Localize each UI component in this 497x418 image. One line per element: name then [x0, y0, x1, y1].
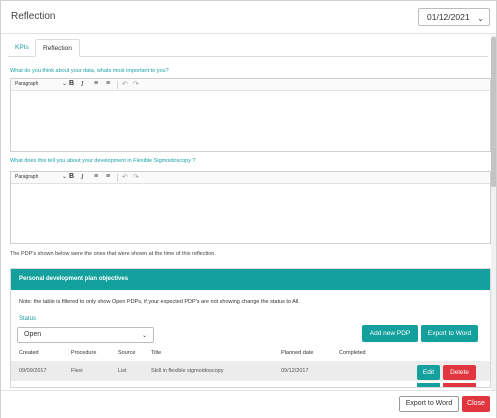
- editor-toolbar: Paragraph ⌄ B I ≡ ≡ ↶ ↷: [11, 79, 490, 91]
- numbered-list-icon[interactable]: ≡: [106, 80, 110, 87]
- paragraph-format-select[interactable]: Paragraph: [15, 174, 38, 180]
- pdp-panel-title: Personal development plan objectives: [19, 276, 129, 282]
- redo-icon[interactable]: ↷: [133, 173, 139, 181]
- date-value: 01/12/2021: [427, 12, 470, 22]
- toolbar-divider: [117, 81, 118, 89]
- delete-button[interactable]: Delete: [443, 365, 476, 380]
- modal-scrollbar[interactable]: [491, 35, 496, 390]
- paragraph-format-select[interactable]: Paragraph: [15, 81, 38, 87]
- italic-button[interactable]: I: [81, 80, 83, 88]
- editor-data-importance[interactable]: Paragraph ⌄ B I ≡ ≡ ↶ ↷: [10, 78, 491, 152]
- chevron-down-icon: ⌄: [477, 14, 484, 23]
- cell-procedure: Flexi: [71, 368, 83, 374]
- cell-planned-date: 09/12/2017: [281, 368, 309, 374]
- column-header-source[interactable]: Source: [118, 350, 135, 356]
- column-header-planned-date[interactable]: Planned date: [281, 350, 313, 356]
- tab-kpis[interactable]: KPIs: [8, 39, 36, 57]
- question-label-data: What do you think about your data, whats…: [10, 68, 169, 74]
- undo-icon[interactable]: ↶: [122, 173, 128, 181]
- chevron-down-icon: ⌄: [141, 333, 147, 339]
- undo-icon[interactable]: ↶: [122, 80, 128, 88]
- bold-button[interactable]: B: [69, 173, 74, 180]
- question-label-development: What does this tell you about your devel…: [10, 158, 196, 164]
- pdp-panel: Personal development plan objectives Not…: [10, 268, 491, 388]
- bulleted-list-icon[interactable]: ≡: [94, 173, 98, 180]
- modal-footer: Export to Word Close: [1, 390, 496, 418]
- column-header-procedure[interactable]: Procedure: [71, 350, 96, 356]
- cell-created: 09/09/2017: [19, 368, 47, 374]
- filter-note: Note: the table is filtered to only show…: [19, 299, 300, 305]
- column-header-completed[interactable]: Completed: [339, 350, 366, 356]
- cell-source: List: [118, 368, 127, 374]
- editor-development[interactable]: Paragraph ⌄ B I ≡ ≡ ↶ ↷: [10, 171, 491, 244]
- footer-export-to-word-button[interactable]: Export to Word: [399, 396, 459, 412]
- column-header-title[interactable]: Title: [151, 350, 161, 356]
- bulleted-list-icon[interactable]: ≡: [94, 80, 98, 87]
- status-label: Status: [19, 316, 37, 322]
- tab-reflection[interactable]: Reflection: [35, 39, 80, 57]
- column-header-created[interactable]: Created: [19, 350, 39, 356]
- edit-button-partial[interactable]: [417, 383, 440, 387]
- status-value: Open: [24, 331, 42, 338]
- tab-bar: KPIs Reflection: [8, 39, 488, 57]
- cell-title: Skill in flexible sigmoidoscopy: [151, 368, 224, 374]
- redo-icon[interactable]: ↷: [133, 80, 139, 88]
- reflection-modal: Reflection 01/12/2021 ⌄ KPIs Reflection …: [0, 0, 497, 418]
- chevron-down-icon[interactable]: ⌄: [62, 80, 67, 87]
- modal-title: Reflection: [11, 11, 56, 22]
- edit-button[interactable]: Edit: [417, 365, 440, 380]
- editor-toolbar: Paragraph ⌄ B I ≡ ≡ ↶ ↷: [11, 172, 490, 184]
- modal-header: Reflection 01/12/2021 ⌄: [1, 1, 496, 34]
- delete-button-partial[interactable]: [443, 383, 476, 387]
- pdp-panel-header: Personal development plan objectives: [11, 269, 490, 290]
- numbered-list-icon[interactable]: ≡: [106, 173, 110, 180]
- close-button[interactable]: Close: [462, 396, 490, 412]
- status-select[interactable]: Open ⌄: [17, 327, 154, 343]
- scrollbar-thumb[interactable]: [491, 37, 496, 187]
- add-new-pdp-button[interactable]: Add new PDP: [362, 325, 418, 342]
- toolbar-divider: [117, 174, 118, 182]
- bold-button[interactable]: B: [69, 80, 74, 87]
- export-to-word-button[interactable]: Export to Word: [421, 325, 478, 342]
- date-select[interactable]: 01/12/2021 ⌄: [418, 8, 490, 26]
- pdp-snapshot-note: The PDP's shown below were the ones that…: [10, 251, 216, 257]
- italic-button[interactable]: I: [81, 173, 83, 181]
- chevron-down-icon[interactable]: ⌄: [62, 173, 67, 180]
